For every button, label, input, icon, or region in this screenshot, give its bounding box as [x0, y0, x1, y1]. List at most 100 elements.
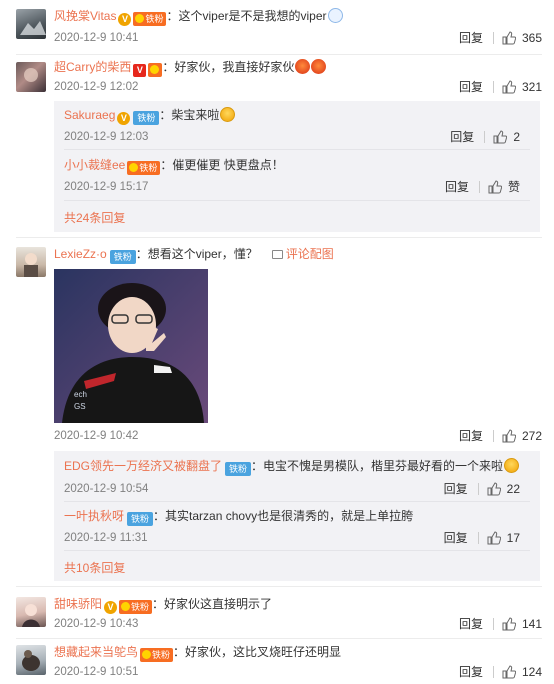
avatar-image — [24, 68, 38, 82]
thumbs-up-icon[interactable] — [502, 617, 516, 631]
divider — [16, 54, 542, 55]
username-link[interactable]: LexieZz·o — [54, 247, 107, 261]
avatar-image — [24, 253, 38, 277]
comment-line: 风挽棠Vitas V 铁粉 ：这个viper是不是我想的viper — [54, 7, 343, 26]
fans-badge: 铁粉 — [109, 250, 136, 264]
thumbs-up-icon[interactable] — [487, 531, 501, 545]
more-replies-link[interactable]: 共24条回复 — [64, 209, 125, 226]
reply-button[interactable]: 回复 — [445, 179, 469, 195]
fans-badge — [148, 63, 163, 77]
comment-text: ：好家伙，这比叉烧旺仔还明显 — [173, 645, 342, 659]
comment-line: LexieZz·o 铁粉 ：想看这个viper，懂？ 评论配图 — [54, 245, 334, 264]
username-link[interactable]: 一叶执秋呀 — [64, 509, 124, 523]
comment-actions: 回复 365 — [459, 30, 542, 46]
like-count: 22 — [506, 482, 520, 496]
fans-badge: 铁粉 — [133, 12, 167, 26]
comment-time: 2020-12-9 12:02 — [54, 81, 139, 93]
username-link[interactable]: 超Carry的柴西 — [54, 60, 131, 74]
reply-list: EDG领先一万经济又被翻盘了 铁粉 ：电宝不愧是男模队，楷里芬最好看的一个来啦 20… — [54, 451, 540, 581]
verified-badge-icon: V — [117, 112, 131, 125]
username-link[interactable]: 风挽棠Vitas — [54, 9, 116, 23]
svg-text:GS: GS — [74, 402, 86, 411]
surprised-emoji-icon — [504, 458, 520, 473]
reply-time: 2020-12-9 11:31 — [64, 532, 148, 544]
like-count: 365 — [521, 31, 542, 45]
like-count: 321 — [521, 80, 542, 94]
verified-badge-icon: V — [104, 601, 118, 614]
photo-image: ech GS — [54, 269, 208, 423]
reply-text: ：柴宝来啦 — [159, 108, 220, 122]
reply-line: EDG领先一万经济又被翻盘了 铁粉 ：电宝不愧是男模队，楷里芬最好看的一个来啦 — [64, 457, 520, 476]
username-link[interactable]: 想藏起来当鸵鸟 — [54, 645, 138, 659]
username-link[interactable]: Sakuraeg — [64, 108, 115, 122]
fans-badge: 铁粉 — [127, 512, 154, 526]
avatar-image — [22, 650, 40, 671]
reply-button[interactable]: 回复 — [459, 664, 483, 680]
like-count: 17 — [506, 531, 520, 545]
comment-line: 想藏起来当鸵鸟 铁粉 ：好家伙，这比叉烧旺仔还明显 — [54, 643, 341, 662]
avatar[interactable] — [16, 9, 46, 39]
laugh-emoji-icon — [220, 107, 236, 122]
reply-button[interactable]: 回复 — [444, 481, 468, 497]
comment-actions: 回复 321 — [459, 79, 542, 95]
thumbs-up-icon[interactable] — [488, 180, 502, 194]
comment-photo[interactable]: ech GS — [54, 269, 208, 423]
reply-button[interactable]: 回复 — [459, 428, 483, 444]
avatar[interactable] — [16, 597, 46, 627]
comment-actions: 回复 124 — [459, 664, 542, 680]
reply-button[interactable]: 回复 — [450, 129, 474, 145]
reply-actions: 回复 17 — [444, 530, 520, 546]
like-count: 272 — [521, 429, 542, 443]
comment-time: 2020-12-9 10:41 — [54, 32, 139, 44]
avatar[interactable] — [16, 645, 46, 675]
reply-actions: 回复 2 — [450, 129, 520, 145]
reply-actions: 回复 22 — [444, 481, 520, 497]
thumbs-up-icon[interactable] — [502, 429, 516, 443]
thumbs-up-icon[interactable] — [487, 482, 501, 496]
reply-line: 一叶执秋呀 铁粉 ：其实tarzan chovy也是很清秀的，就是上单拉胯 — [64, 507, 413, 526]
angry-emoji-icon — [295, 59, 311, 74]
avatar[interactable] — [16, 247, 46, 277]
comment-time: 2020-12-9 10:43 — [54, 618, 139, 630]
reply-actions: 回复 赞 — [445, 179, 520, 195]
username-link[interactable]: 小小裁缝ee — [64, 158, 125, 172]
divider — [64, 149, 530, 150]
divider — [64, 200, 530, 201]
reply-button[interactable]: 回复 — [459, 79, 483, 95]
avatar[interactable] — [16, 62, 46, 92]
like-count: 赞 — [507, 180, 520, 194]
thumbs-up-icon[interactable] — [502, 31, 516, 45]
comment-actions: 回复 272 — [459, 428, 542, 444]
reply-text: ：其实tarzan chovy也是很清秀的，就是上单拉胯 — [153, 509, 414, 523]
avatar-image — [22, 604, 40, 627]
comment-image-link[interactable]: 评论配图 — [271, 247, 334, 261]
fans-badge: 铁粉 — [140, 648, 174, 662]
reply-button[interactable]: 回复 — [459, 30, 483, 46]
svg-text:ech: ech — [74, 390, 87, 399]
username-link[interactable]: EDG领先一万经济又被翻盘了 — [64, 459, 222, 473]
thumbs-up-icon[interactable] — [502, 80, 516, 94]
comment-text: ：这个viper是不是我想的viper — [166, 9, 327, 23]
comment-time: 2020-12-9 10:51 — [54, 666, 139, 678]
thumbs-up-icon[interactable] — [502, 665, 516, 679]
reply-time: 2020-12-9 12:03 — [64, 131, 149, 143]
reply-text: ：电宝不愧是男模队，楷里芬最好看的一个来啦 — [251, 459, 504, 473]
like-count: 2 — [513, 130, 520, 144]
reply-button[interactable]: 回复 — [459, 616, 483, 632]
reply-time: 2020-12-9 15:17 — [64, 181, 149, 193]
divider — [64, 550, 530, 551]
reply-line: Sakuraeg V 铁粉 ：柴宝来啦 — [64, 106, 236, 125]
comment-time: 2020-12-9 10:42 — [54, 430, 139, 442]
like-count: 124 — [521, 665, 542, 679]
divider — [16, 586, 542, 587]
fans-badge: 铁粉 — [127, 161, 161, 175]
reply-button[interactable]: 回复 — [444, 530, 468, 546]
fans-badge: 铁粉 — [119, 600, 153, 614]
comment-text: ：想看这个viper，懂？ — [135, 247, 258, 261]
username-link[interactable]: 甜味骄阳 — [54, 597, 102, 611]
image-icon — [271, 250, 283, 259]
fans-badge: 铁粉 — [225, 462, 252, 476]
comment-line: 超Carry的柴西 V ：好家伙，我直接好家伙 — [54, 58, 327, 77]
more-replies-link[interactable]: 共10条回复 — [64, 559, 125, 576]
thumbs-up-icon[interactable] — [493, 130, 508, 144]
